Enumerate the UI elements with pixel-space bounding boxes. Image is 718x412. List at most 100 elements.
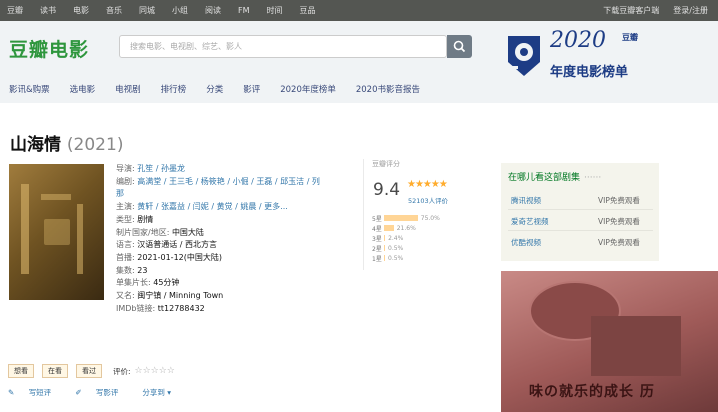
rating-row-2: 2星 0.5%	[372, 243, 464, 253]
page-title: 山海情 (2021)	[10, 130, 123, 155]
movie-info: 导演: 孔笙 / 孙墨龙 编剧: 高满堂 / 王三毛 / 杨筱艳 / 小倔 / …	[116, 163, 352, 315]
nav-douban[interactable]: 豆瓣	[7, 5, 23, 16]
movie-subnav: 影讯&购票 选电影 电视剧 排行榜 分类 影评 2020年度榜单 2020书影音…	[9, 83, 440, 95]
rating-row-5: 5星 75.0%	[372, 213, 464, 223]
runtime-label: 单集片长:	[116, 278, 151, 288]
annual-emblem-icon	[508, 36, 540, 76]
subnav-chart[interactable]: 排行榜	[161, 83, 187, 95]
nav-group[interactable]: 小组	[172, 5, 188, 16]
writer-value-cont[interactable]: 那	[116, 189, 124, 198]
subnav-annual-report[interactable]: 2020书影音报告	[356, 83, 420, 95]
platform-youku[interactable]: 优酷视频	[511, 237, 541, 248]
nav-movie[interactable]: 电影	[73, 5, 89, 16]
advertisement-banner[interactable]: 味の就乐的成长 历	[501, 271, 718, 412]
ad-text: 味の就乐的成长 历	[529, 384, 655, 400]
nav-fm[interactable]: FM	[238, 6, 250, 15]
subnav-explore[interactable]: 选电影	[70, 83, 96, 95]
divider	[508, 230, 653, 231]
info-aka: 又名: 闽宁镇 / Minning Town	[116, 290, 352, 303]
rating-row-label: 5星	[372, 215, 382, 223]
rating-stars: ★★★★★	[407, 179, 448, 190]
subnav-tv[interactable]: 电视剧	[115, 83, 141, 95]
watch-heading-text: 在哪儿看这部剧集	[508, 173, 581, 183]
annual-list-banner[interactable]: 2020 豆瓣 年度电影榜单	[504, 28, 664, 90]
info-runtime: 单集片长: 45分钟	[116, 277, 352, 290]
where-to-watch-panel: 在哪儿看这部剧集 ······ 腾讯视频 VIP免费观看 爱奇艺视频 VIP免费观…	[501, 163, 659, 261]
rating-label: 豆瓣评分	[372, 160, 400, 168]
subnav-reviews[interactable]: 影评	[243, 83, 260, 95]
watched-button[interactable]: 看过	[76, 364, 102, 378]
banner-subtitle: 年度电影榜单	[550, 65, 629, 80]
rating-panel: 豆瓣评分 9.4 ★★★★★ 52103人评价 5星 75.0% 4星 21.6% …	[363, 159, 463, 270]
rating-score: 9.4	[373, 180, 401, 200]
rating-row-label: 4星	[372, 225, 382, 233]
episodes-label: 集数:	[116, 265, 135, 275]
rating-bar	[384, 225, 394, 231]
director-label: 导演:	[116, 164, 135, 173]
rating-pct: 21.6%	[396, 224, 416, 232]
info-language: 语言: 汉语普通话 / 西北方言	[116, 239, 352, 252]
divider	[508, 209, 653, 210]
writer-value[interactable]: 高满堂 / 王三毛 / 杨筱艳 / 小倔 / 王磊 / 邱玉洁 / 列	[137, 177, 320, 186]
nav-market[interactable]: 豆品	[300, 5, 316, 16]
want-to-watch-button[interactable]: 想看	[8, 364, 34, 378]
nav-music[interactable]: 音乐	[106, 5, 122, 16]
info-writer: 编剧: 高满堂 / 王三毛 / 杨筱艳 / 小倔 / 王磊 / 邱玉洁 / 列	[116, 176, 352, 189]
info-country: 制片国家/地区: 中国大陆	[116, 227, 352, 240]
rate-stars-input[interactable]: ☆☆☆☆☆	[135, 366, 175, 376]
premiere-label: 首播:	[116, 252, 135, 262]
platform-iqiyi[interactable]: 爱奇艺视频	[511, 216, 549, 227]
rating-bar	[384, 235, 386, 241]
share-link[interactable]: 分享到 ▾	[142, 387, 171, 398]
cast-label: 主演:	[116, 202, 135, 212]
platform-tencent[interactable]: 腾讯视频	[511, 195, 541, 206]
country-value: 中国大陆	[171, 227, 204, 237]
director-value[interactable]: 孔笙 / 孙墨龙	[137, 164, 185, 173]
rating-pct: 0.5%	[388, 244, 404, 252]
login-link[interactable]: 登录/注册	[673, 5, 708, 16]
ad-graphic-block	[591, 316, 681, 376]
download-app-link[interactable]: 下载豆瓣客户端	[603, 5, 659, 16]
search-button[interactable]	[447, 35, 472, 58]
imdb-value[interactable]: tt12788432	[158, 304, 205, 313]
imdb-label: IMDb链接:	[116, 303, 156, 313]
rating-pct: 75.0%	[420, 214, 440, 222]
aka-label: 又名:	[116, 291, 135, 301]
watching-button[interactable]: 在看	[42, 364, 68, 378]
genre-value: 剧情	[137, 214, 154, 224]
cast-value[interactable]: 黄轩 / 张嘉益 / 闫妮 / 黄觉 / 姚晨 / 更多...	[137, 202, 288, 211]
rating-pct: 0.5%	[388, 254, 404, 262]
review-label: 写影评	[95, 388, 119, 397]
rating-row-label: 3星	[372, 235, 382, 243]
nav-books[interactable]: 读书	[40, 5, 56, 16]
rate-label: 评价:	[113, 366, 131, 376]
pen-icon: ✐	[75, 388, 82, 397]
nav-time[interactable]: 时间	[267, 5, 283, 16]
nav-local[interactable]: 同城	[139, 5, 155, 16]
write-review-link[interactable]: ✐ 写影评	[75, 387, 130, 398]
short-review-label: 写短评	[28, 388, 52, 397]
poster-decoration	[44, 219, 70, 245]
rating-distribution: 5星 75.0% 4星 21.6% 3星 2.4% 2星 0.5% 1星 0.5%	[372, 213, 464, 263]
language-value: 汉语普通话 / 西北方言	[137, 240, 218, 250]
rating-row-label: 1星	[372, 255, 382, 263]
search-input[interactable]: 搜索电影、电视剧、综艺、影人	[119, 35, 447, 58]
banner-year: 2020	[550, 28, 606, 53]
subnav-category[interactable]: 分类	[206, 83, 223, 95]
douban-movie-logo[interactable]: 豆瓣电影	[9, 35, 89, 62]
premiere-value: 2021-01-12(中国大陆)	[137, 252, 222, 262]
poster-decoration	[41, 194, 71, 200]
watch-heading-dots: ······	[584, 173, 602, 183]
review-links: ✎ 写短评 ✐ 写影评 分享到 ▾	[8, 387, 183, 398]
subnav-showtimes[interactable]: 影讯&购票	[9, 83, 50, 95]
movie-title: 山海情	[10, 135, 61, 155]
info-writer-cont: 那	[116, 188, 352, 201]
write-short-review-link[interactable]: ✎ 写短评	[8, 387, 63, 398]
subnav-annual-list[interactable]: 2020年度榜单	[280, 83, 336, 95]
rating-row-3: 3星 2.4%	[372, 233, 464, 243]
writer-label: 编剧:	[116, 176, 135, 186]
nav-read[interactable]: 阅读	[205, 5, 221, 16]
rating-count[interactable]: 52103人评价	[408, 195, 448, 205]
rating-bar	[384, 255, 385, 261]
movie-poster[interactable]	[9, 164, 104, 300]
